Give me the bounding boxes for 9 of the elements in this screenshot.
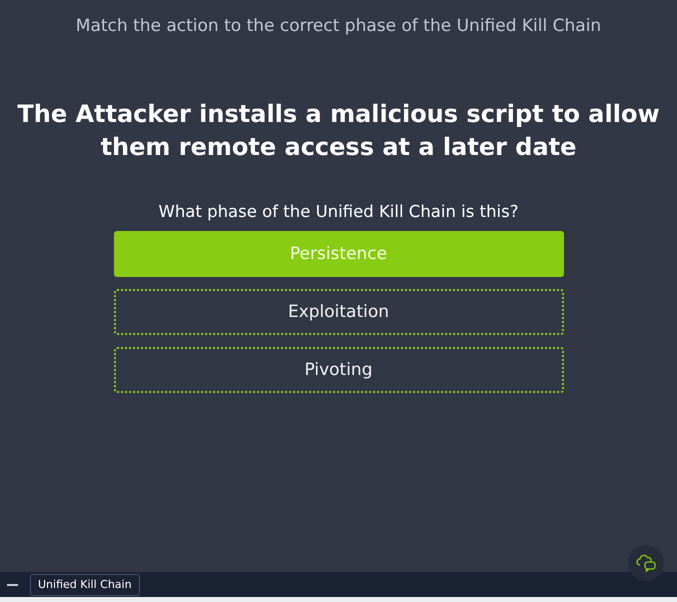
- instruction-text: Match the action to the correct phase of the Unified Kill Chain: [76, 16, 602, 36]
- answer-option[interactable]: Exploitation: [114, 289, 564, 335]
- chat-icon: [636, 554, 656, 572]
- question-text: The Attacker installs a malicious script to allow them remote access at a later date: [16, 99, 661, 163]
- answer-option[interactable]: Pivoting: [114, 347, 564, 393]
- prompt-text: What phase of the Unified Kill Chain is this?: [158, 202, 518, 221]
- chat-button[interactable]: [628, 545, 664, 581]
- minimize-icon[interactable]: [7, 584, 18, 586]
- taskbar-tab[interactable]: Unified Kill Chain: [30, 574, 140, 596]
